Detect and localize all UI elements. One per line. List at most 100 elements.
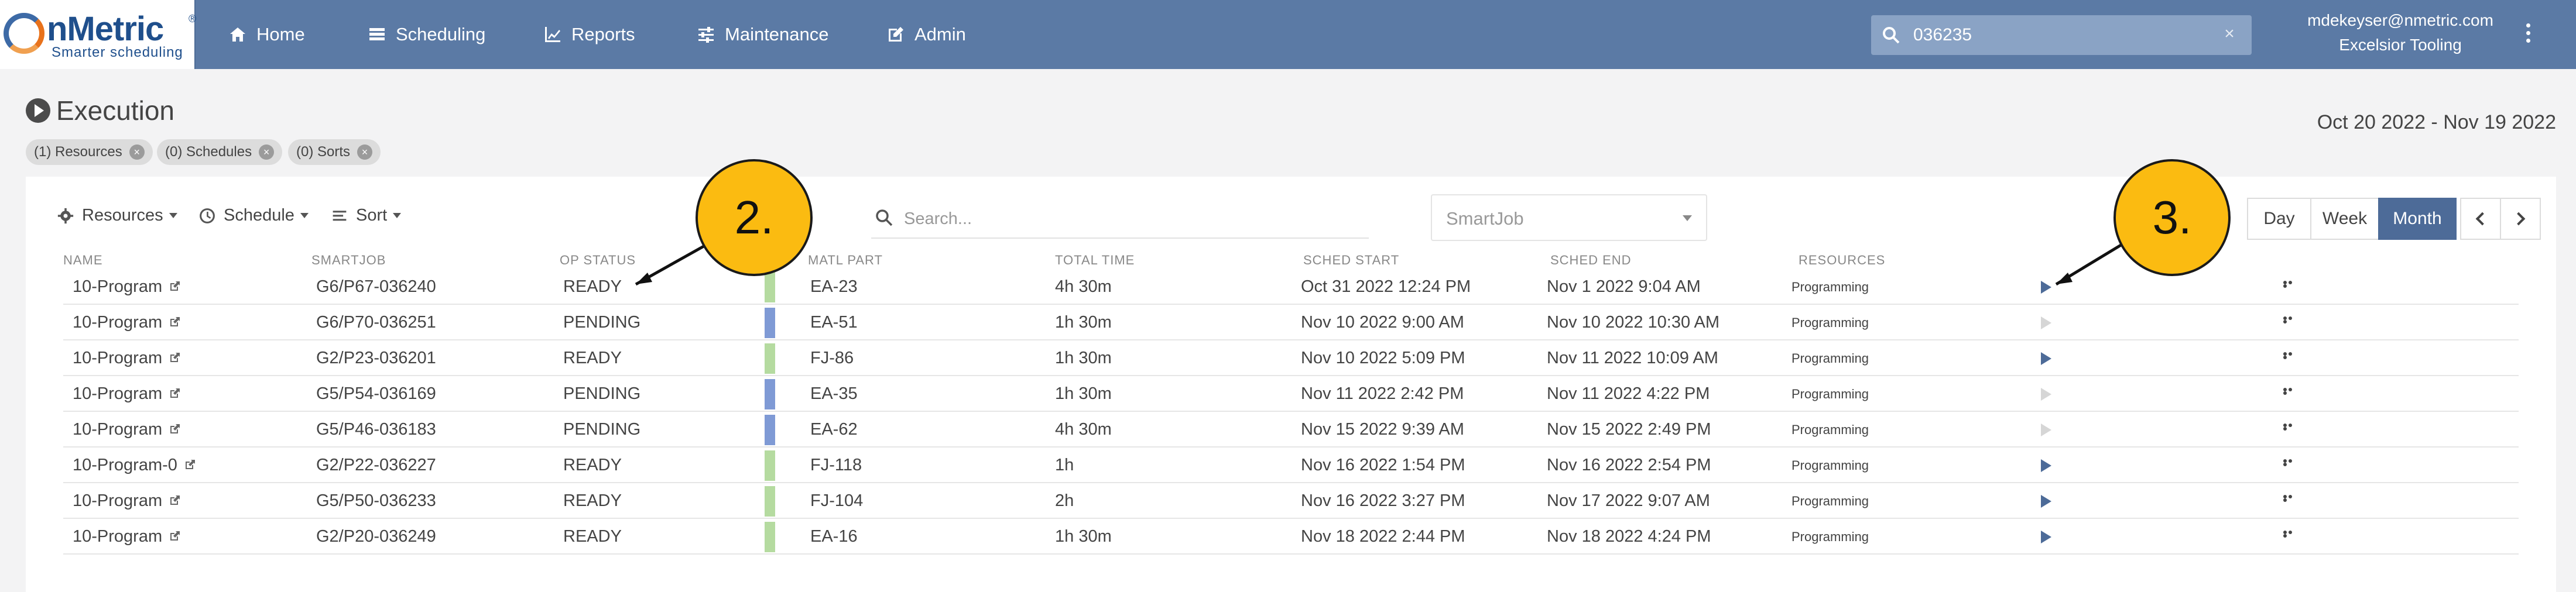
nav-reports[interactable]: Reports <box>543 0 635 69</box>
cell-name[interactable]: 10-Program <box>73 412 181 448</box>
status-color-bar <box>765 415 775 445</box>
external-link-icon[interactable] <box>169 280 181 292</box>
table-row[interactable]: 10-Program G6/P67-036240 READY EA-23 4h 30m O… <box>63 269 2519 305</box>
next-period-button[interactable] <box>2500 198 2541 240</box>
cell-start: Nov 18 2022 2:44 PM <box>1301 527 1465 546</box>
row-actions-icon[interactable] <box>2283 495 2298 503</box>
smartjob-select[interactable]: SmartJob <box>1431 194 1707 241</box>
row-actions-icon[interactable] <box>2283 316 2298 325</box>
cell-name-text: 10-Program <box>73 491 163 510</box>
column-header-op-status[interactable]: OP STATUS <box>560 253 636 268</box>
external-link-icon[interactable] <box>184 459 196 470</box>
table-row[interactable]: 10-Program G6/P70-036251 PENDING EA-51 1h 30… <box>63 305 2519 340</box>
view-day-button[interactable]: Day <box>2247 198 2311 240</box>
cell-name[interactable]: 10-Program <box>73 519 181 555</box>
resources-dropdown[interactable]: Resources <box>57 206 177 225</box>
table-row[interactable]: 10-Program G2/P20-036249 READY EA-16 1h 30m N… <box>63 519 2519 555</box>
table-search-input[interactable] <box>904 207 1349 230</box>
nav-admin[interactable]: Admin <box>886 0 966 69</box>
external-link-icon[interactable] <box>169 530 181 542</box>
page-title: Execution <box>26 95 174 126</box>
status-color-bar <box>765 379 775 409</box>
nav-home[interactable]: Home <box>228 0 305 69</box>
nav-maintenance[interactable]: Maintenance <box>697 0 829 69</box>
row-actions-icon[interactable] <box>2283 424 2298 432</box>
cell-start: Nov 15 2022 9:39 AM <box>1301 420 1464 439</box>
top-navbar: nMetric ® Smarter scheduling Home Schedu… <box>0 0 2576 69</box>
view-month-button[interactable]: Month <box>2378 198 2457 240</box>
row-actions-icon[interactable] <box>2283 388 2298 396</box>
cell-name[interactable]: 10-Program <box>73 483 181 519</box>
remove-chip-icon[interactable]: × <box>129 144 145 160</box>
brand-logo[interactable]: nMetric ® Smarter scheduling <box>0 0 196 69</box>
start-operation-icon[interactable] <box>2041 352 2051 365</box>
start-operation-icon[interactable] <box>2041 459 2051 472</box>
start-operation-icon[interactable] <box>2041 281 2051 294</box>
cell-resource: Programming <box>1791 422 1869 437</box>
external-link-icon[interactable] <box>169 316 181 328</box>
external-link-icon[interactable] <box>169 494 181 506</box>
column-header-matl-part[interactable]: MATL PART <box>808 253 883 268</box>
cell-name[interactable]: 10-Program <box>73 305 181 340</box>
external-link-icon[interactable] <box>169 423 181 435</box>
cell-total: 1h 30m <box>1055 527 1112 546</box>
row-actions-icon[interactable] <box>2283 531 2298 539</box>
column-header-sched-start[interactable]: SCHED START <box>1303 253 1399 268</box>
cell-name[interactable]: 10-Program <box>73 376 181 412</box>
previous-period-button[interactable] <box>2460 198 2501 240</box>
nav-scheduling[interactable]: Scheduling <box>368 0 485 69</box>
global-search-input[interactable] <box>1913 23 2194 47</box>
cell-name[interactable]: 10-Program-0 <box>73 448 196 483</box>
sort-dropdown[interactable]: Sort <box>331 206 402 225</box>
row-actions-icon[interactable] <box>2283 352 2298 360</box>
user-info[interactable]: mdekeyser@nmetric.com Excelsior Tooling <box>2283 8 2517 57</box>
column-header-resources[interactable]: RESOURCES <box>1799 253 1885 268</box>
row-actions-icon[interactable] <box>2283 459 2298 467</box>
cell-resource: Programming <box>1791 494 1869 508</box>
cell-status: PENDING <box>563 313 641 332</box>
cell-name[interactable]: 10-Program <box>73 340 181 376</box>
start-operation-icon <box>2041 316 2051 329</box>
cell-status: PENDING <box>563 420 641 439</box>
clear-search-icon[interactable]: × <box>2220 25 2239 43</box>
cell-smartjob: G5/P46-036183 <box>316 420 436 439</box>
cell-smartjob: G2/P22-036227 <box>316 456 436 474</box>
cell-start: Nov 16 2022 3:27 PM <box>1301 491 1465 510</box>
cell-name-text: 10-Program <box>73 277 163 296</box>
nav-scheduling-label: Scheduling <box>396 24 486 44</box>
table-row[interactable]: 10-Program G2/P23-036201 READY FJ-86 1h 30m N… <box>63 340 2519 376</box>
column-header-smartjob[interactable]: SMARTJOB <box>311 253 386 268</box>
table-row[interactable]: 10-Program G5/P46-036183 PENDING EA-62 4h 30… <box>63 412 2519 448</box>
table-row[interactable]: 10-Program-0 G2/P22-036227 READY FJ-118 1h No… <box>63 448 2519 483</box>
chevron-down-icon <box>300 213 309 218</box>
resources-dropdown-label: Resources <box>82 206 163 225</box>
table-row[interactable]: 10-Program G5/P50-036233 READY FJ-104 2h Nov … <box>63 483 2519 519</box>
row-actions-icon[interactable] <box>2283 281 2298 289</box>
chevron-down-icon <box>1683 215 1692 221</box>
table-row[interactable]: 10-Program G5/P54-036169 PENDING EA-35 1h 30… <box>63 376 2519 412</box>
status-color-bar <box>765 343 775 374</box>
sliders-icon <box>698 27 714 43</box>
start-operation-icon[interactable] <box>2041 495 2051 508</box>
schedule-dropdown[interactable]: Schedule <box>199 206 309 225</box>
remove-chip-icon[interactable]: × <box>357 144 373 160</box>
cell-resource: Programming <box>1791 529 1869 544</box>
app-menu-icon[interactable] <box>2521 21 2535 48</box>
cell-resource: Programming <box>1791 280 1869 294</box>
cell-name[interactable]: 10-Program <box>73 269 181 305</box>
cell-part: FJ-86 <box>810 349 854 367</box>
column-header-sched-end[interactable]: SCHED END <box>1550 253 1632 268</box>
column-header-name[interactable]: NAME <box>63 253 103 268</box>
search-icon <box>1883 27 1900 44</box>
view-week-button[interactable]: Week <box>2310 198 2379 240</box>
remove-chip-icon[interactable]: × <box>259 144 275 160</box>
chevron-left-icon <box>2475 212 2489 226</box>
external-link-icon[interactable] <box>169 387 181 399</box>
start-operation-icon[interactable] <box>2041 531 2051 543</box>
external-link-icon[interactable] <box>169 352 181 363</box>
cell-resource: Programming <box>1791 458 1869 473</box>
logo-mark-icon <box>4 13 44 54</box>
cell-total: 1h <box>1055 456 1074 474</box>
column-header-total-time[interactable]: TOTAL TIME <box>1055 253 1135 268</box>
cell-name-text: 10-Program <box>73 313 163 332</box>
